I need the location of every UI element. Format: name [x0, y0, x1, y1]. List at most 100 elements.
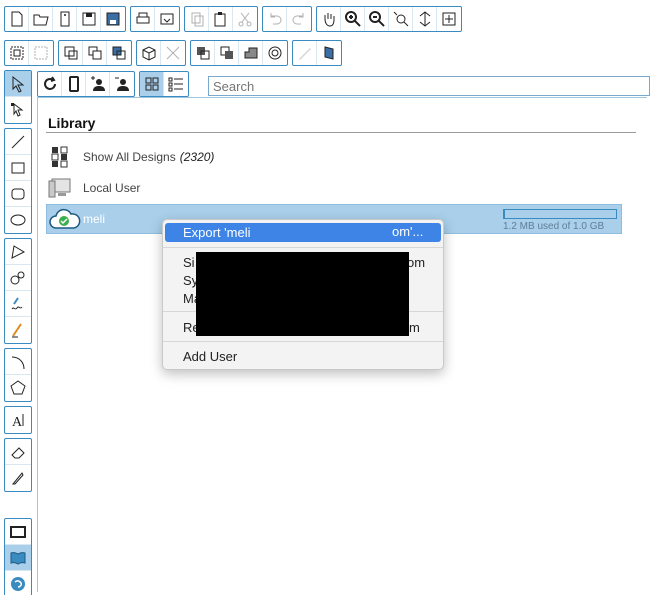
add-user-icon[interactable] [86, 72, 110, 96]
bezier-icon[interactable] [5, 265, 31, 291]
knife-icon[interactable] [293, 41, 317, 65]
union-icon[interactable] [191, 41, 215, 65]
view-group [316, 6, 462, 32]
template-button[interactable] [53, 7, 77, 31]
save-button[interactable] [77, 7, 101, 31]
store-globe-icon[interactable] [5, 571, 31, 595]
send-back-icon[interactable] [83, 41, 107, 65]
show-all-designs-label: Show All Designs [83, 150, 176, 164]
delete-icon[interactable] [161, 41, 185, 65]
eraser-icon[interactable] [5, 439, 31, 465]
new-file-button[interactable] [5, 7, 29, 31]
storage-bar-fill [504, 210, 506, 218]
cloud-user-name: meli [83, 212, 106, 226]
group-tools [4, 40, 54, 66]
ellipse-icon[interactable] [5, 207, 31, 233]
group-icon[interactable] [5, 41, 29, 65]
arc-icon[interactable] [5, 349, 31, 375]
line-icon[interactable] [5, 129, 31, 155]
offset-icon[interactable] [263, 41, 287, 65]
design-area-icon[interactable] [5, 519, 31, 545]
clipboard-group [184, 6, 258, 32]
grid-squares-icon [47, 145, 73, 169]
text-tool-icon[interactable]: A [5, 407, 31, 433]
pencil-icon[interactable] [5, 317, 31, 343]
forward-icon[interactable] [107, 41, 131, 65]
copy-icon[interactable] [185, 7, 209, 31]
print-group [130, 6, 180, 32]
redo-icon[interactable] [287, 7, 311, 31]
refresh-icon[interactable] [38, 72, 62, 96]
history-group [262, 6, 312, 32]
undo-icon[interactable] [263, 7, 287, 31]
grid-view-icon[interactable] [140, 72, 164, 96]
menu-separator [163, 341, 443, 342]
zoom-fit-icon[interactable] [413, 7, 437, 31]
edit-points-icon[interactable] [5, 97, 31, 123]
zoom-in-icon[interactable] [341, 7, 365, 31]
extra-tools [292, 40, 342, 66]
library-actions [37, 71, 135, 97]
search-input[interactable] [208, 76, 650, 96]
app-window: A Library Show All D [0, 0, 650, 595]
menu-item-add-user-label: Add User [183, 349, 238, 364]
design-count: (2320) [179, 150, 215, 164]
path-tools [4, 238, 32, 344]
tool-spacer [4, 496, 32, 518]
rectangle-icon[interactable] [5, 155, 31, 181]
redaction-box [196, 252, 409, 336]
cloud-check-icon [49, 208, 81, 235]
3d-box-icon[interactable] [137, 41, 161, 65]
save-as-button[interactable] [101, 7, 125, 31]
zoom-selection-icon[interactable] [389, 7, 413, 31]
file-group [4, 6, 126, 32]
pan-hand-icon[interactable] [317, 7, 341, 31]
remove-user-icon[interactable] [110, 72, 134, 96]
send-icon[interactable] [155, 7, 179, 31]
library-divider [46, 132, 636, 133]
device-icon[interactable] [62, 72, 86, 96]
erase-tools [4, 438, 32, 492]
list-view-icon[interactable] [164, 72, 188, 96]
view-mode-group [139, 71, 189, 97]
bring-front-icon[interactable] [59, 41, 83, 65]
print-icon[interactable] [131, 7, 155, 31]
rounded-rect-icon[interactable] [5, 181, 31, 207]
menu-item-export-label: Export 'meli [183, 225, 251, 240]
menu-export-tail: om'... [392, 224, 424, 239]
show-all-designs-item[interactable]: Show All Designs (2320) [47, 145, 214, 169]
storage-bar [503, 209, 617, 219]
menu-item-add-user[interactable]: Add User [163, 347, 443, 366]
order-tools [58, 40, 132, 66]
main-toolbar [0, 4, 650, 34]
paste-icon[interactable] [209, 7, 233, 31]
shape-tools [136, 40, 186, 66]
menu-item-2-tail: om [407, 255, 426, 270]
draw-tools [4, 128, 32, 234]
left-tool-column: A [4, 70, 32, 595]
fit-page-icon[interactable] [437, 7, 461, 31]
open-folder-button[interactable] [29, 7, 53, 31]
select-tools [4, 70, 32, 124]
local-user-label: Local User [83, 181, 141, 195]
ungroup-icon[interactable] [29, 41, 53, 65]
pentagon-icon[interactable] [5, 375, 31, 401]
boolean-tools [190, 40, 288, 66]
svg-text:A: A [12, 415, 23, 429]
select-arrow-icon[interactable] [5, 71, 31, 97]
polygon-icon[interactable] [5, 239, 31, 265]
shadow-icon[interactable] [317, 41, 341, 65]
weld-icon[interactable] [239, 41, 263, 65]
library-book-icon[interactable] [5, 545, 31, 571]
text-tools: A [4, 406, 32, 434]
cut-icon[interactable] [233, 7, 257, 31]
menu-item-2-label: Si [183, 255, 195, 270]
arrange-toolbar [0, 38, 650, 68]
subtract-icon[interactable] [215, 41, 239, 65]
menu-separator [163, 247, 443, 248]
local-user-item[interactable]: Local User [47, 176, 140, 200]
library-title: Library [48, 115, 96, 131]
zoom-out-icon[interactable] [365, 7, 389, 31]
freehand-icon[interactable] [5, 291, 31, 317]
knife-tool-icon[interactable] [5, 465, 31, 491]
